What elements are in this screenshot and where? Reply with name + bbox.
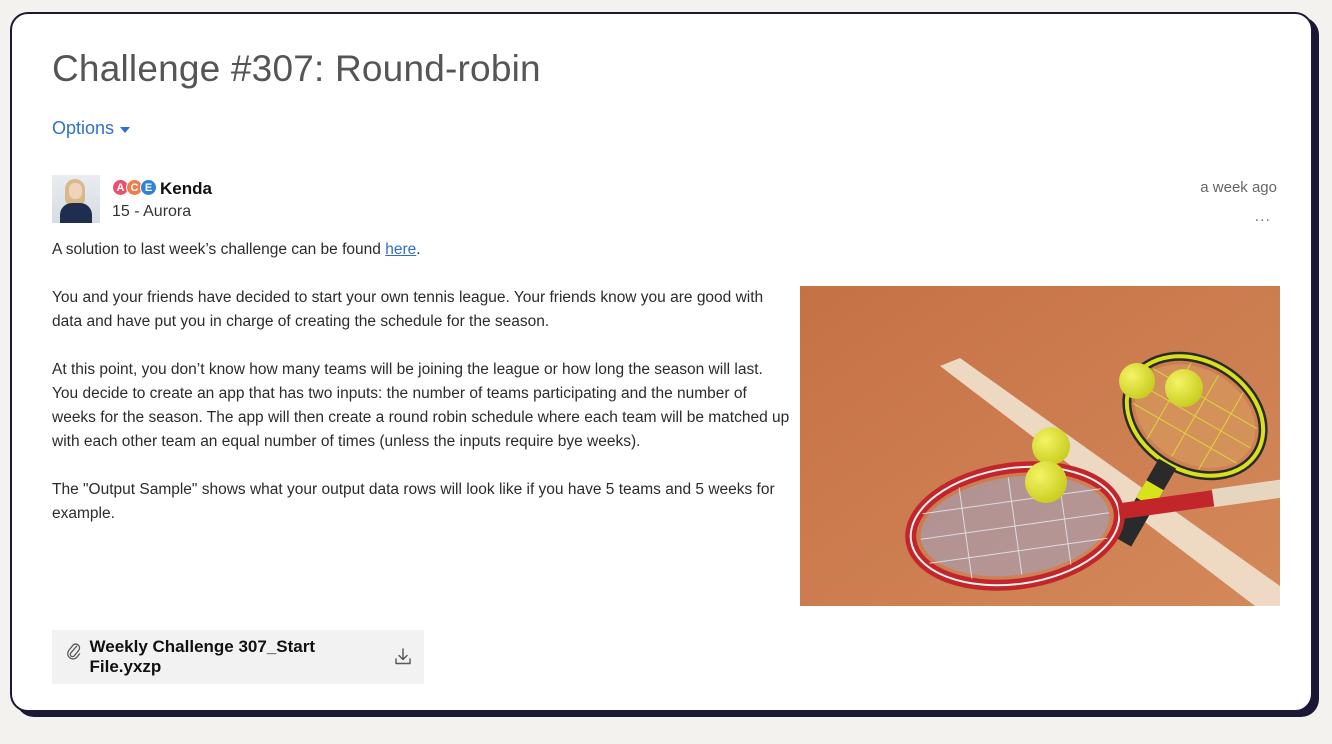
author-name[interactable]: Kenda bbox=[160, 179, 212, 199]
paperclip-icon bbox=[67, 643, 81, 660]
post-timestamp: a week ago bbox=[1200, 179, 1277, 196]
paragraph-2: At this point, you don’t know how many t… bbox=[52, 361, 790, 450]
author-subtitle: 15 - Aurora bbox=[112, 203, 192, 220]
tennis-rackets-image bbox=[800, 286, 1280, 606]
caret-down-icon bbox=[120, 126, 131, 133]
paragraph-3: The "Output Sample" shows what your outp… bbox=[52, 481, 775, 522]
rank-badges: A C E bbox=[112, 179, 157, 196]
page-title: Challenge #307: Round-robin bbox=[52, 48, 541, 89]
attachment-file[interactable]: Weekly Challenge 307_Start File.yxzp bbox=[52, 630, 382, 684]
intro-paragraph: A solution to last week’s challenge can … bbox=[52, 238, 792, 262]
options-dropdown[interactable]: Options bbox=[52, 118, 131, 139]
attachment-filename: Weekly Challenge 307_Start File.yxzp bbox=[89, 637, 316, 676]
badge-e-icon: E bbox=[140, 179, 157, 196]
avatar[interactable] bbox=[52, 175, 100, 223]
post-card: Challenge #307: Round-robin Options A C … bbox=[10, 12, 1313, 712]
intro-text: A solution to last week’s challenge can … bbox=[52, 241, 386, 258]
intro-end: . bbox=[416, 241, 421, 258]
options-label: Options bbox=[52, 118, 115, 138]
solution-link[interactable]: here bbox=[385, 241, 416, 258]
post-body: A solution to last week’s challenge can … bbox=[52, 238, 792, 550]
download-button[interactable] bbox=[382, 630, 424, 684]
paragraph-1: You and your friends have decided to sta… bbox=[52, 289, 764, 330]
more-options-icon[interactable]: ... bbox=[1255, 208, 1271, 226]
download-icon bbox=[395, 648, 411, 665]
